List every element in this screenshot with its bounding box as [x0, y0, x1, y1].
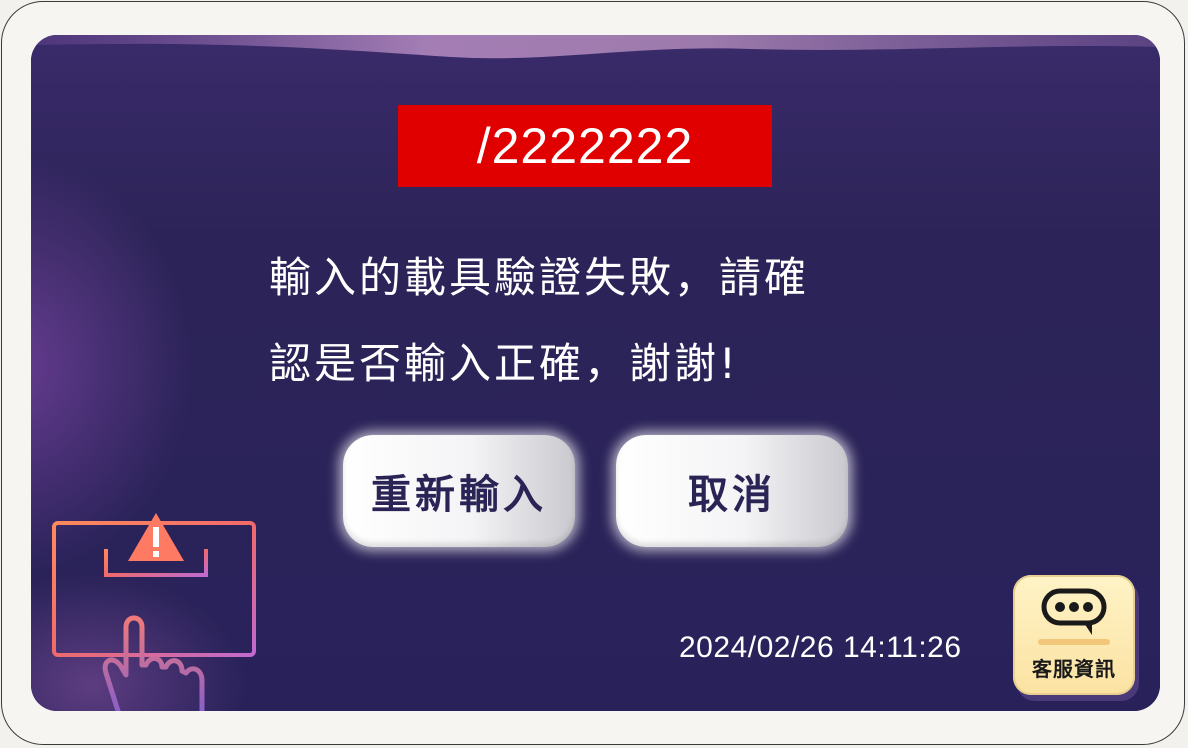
top-wave-decoration — [31, 35, 1160, 59]
error-message-line-1: 輸入的載具驗證失敗，請確 — [269, 253, 810, 302]
chat-bubble-icon — [1038, 588, 1110, 645]
cancel-button[interactable]: 取消 — [616, 435, 848, 547]
error-message: 輸入的載具驗證失敗，請確 認是否輸入正確，謝謝! — [269, 235, 909, 407]
customer-service-label: 客服資訊 — [1032, 657, 1116, 681]
error-message-line-2: 認是否輸入正確，謝謝! — [269, 339, 739, 388]
reenter-button[interactable]: 重新輸入 — [343, 435, 575, 547]
kiosk-screen: /2222222 輸入的載具驗證失敗，請確 認是否輸入正確，謝謝! 重新輸入 取… — [31, 35, 1160, 711]
warning-keyboard-touch-icon — [52, 513, 256, 711]
code-banner: /2222222 — [398, 105, 772, 187]
timestamp: 2024/02/26 14:11:26 — [679, 631, 962, 664]
customer-service-button[interactable]: 客服資訊 — [1013, 575, 1135, 695]
